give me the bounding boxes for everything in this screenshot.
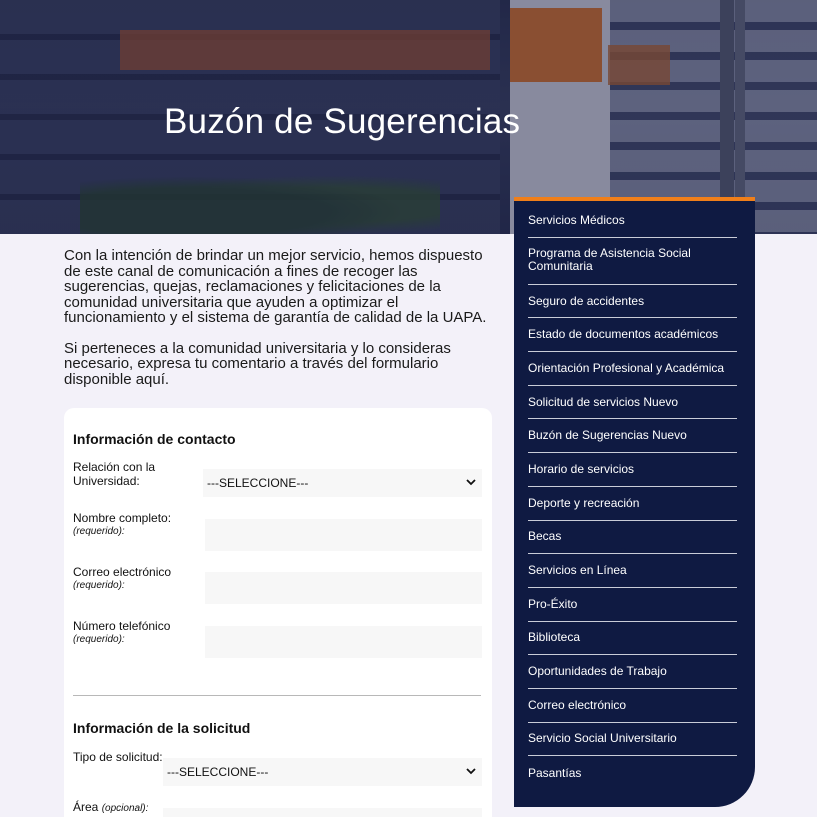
- sidebar-item-correo[interactable]: Correo electrónico: [528, 689, 737, 723]
- sidebar-item-pasantias[interactable]: Pasantías: [528, 756, 737, 790]
- sidebar-item-biblioteca[interactable]: Biblioteca: [528, 622, 737, 656]
- sidebar-item-servicio-social[interactable]: Servicio Social Universitario: [528, 723, 737, 757]
- services-menu: Servicios Médicos Programa de Asistencia…: [514, 201, 755, 790]
- page-title: Buzón de Sugerencias: [164, 102, 521, 141]
- section-divider: [73, 695, 481, 696]
- services-sidebar: Servicios Médicos Programa de Asistencia…: [514, 197, 755, 807]
- type-label: Tipo de solicitud:: [73, 750, 163, 764]
- relation-select-value: ---SELECCIONE---: [207, 476, 309, 490]
- name-label-group: Nombre completo: (requerido):: [73, 511, 171, 539]
- chevron-down-icon: [466, 768, 476, 775]
- phone-label: Número telefónico: [73, 619, 171, 633]
- intro-paragraph-1: Con la intención de brindar un mejor ser…: [64, 247, 487, 326]
- sidebar-item-servicios-linea[interactable]: Servicios en Línea: [528, 554, 737, 588]
- relation-label: Relación con la Universidad:: [73, 460, 156, 488]
- relation-select[interactable]: ---SELECCIONE---: [203, 469, 482, 497]
- request-section-title: Información de la solicitud: [73, 720, 251, 736]
- sidebar-item-becas[interactable]: Becas: [528, 521, 737, 555]
- email-label: Correo electrónico: [73, 565, 172, 579]
- phone-label-group: Número telefónico (requerido):: [73, 619, 170, 647]
- area-label: Área: [73, 800, 99, 814]
- intro-text: Con la intención de brindar un mejor ser…: [64, 248, 496, 402]
- sidebar-item-seguro-accidentes[interactable]: Seguro de accidentes: [528, 285, 737, 319]
- email-label-group: Correo electrónico (requerido):: [73, 565, 171, 593]
- sidebar-item-servicios-medicos[interactable]: Servicios Médicos: [528, 204, 737, 238]
- sidebar-item-estado-documentos[interactable]: Estado de documentos académicos: [528, 318, 737, 353]
- sidebar-item-orientacion[interactable]: Orientación Profesional y Académica: [528, 352, 737, 386]
- request-type-select[interactable]: ---SELECCIONE---: [163, 758, 482, 786]
- email-input[interactable]: [205, 572, 482, 604]
- sidebar-item-deporte[interactable]: Deporte y recreación: [528, 487, 737, 521]
- sidebar-item-buzon-sugerencias[interactable]: Buzón de Sugerencias Nuevo: [528, 419, 737, 454]
- area-optional-note: (opcional):: [101, 803, 149, 814]
- sidebar-item-horario[interactable]: Horario de servicios: [528, 453, 737, 487]
- area-select[interactable]: [163, 808, 482, 817]
- request-type-value: ---SELECCIONE---: [167, 765, 269, 779]
- intro-paragraph-2: Si perteneces a la comunidad universitar…: [64, 339, 451, 388]
- sidebar-item-oportunidades-trabajo[interactable]: Oportunidades de Trabajo: [528, 655, 737, 689]
- name-label: Nombre completo:: [73, 511, 172, 525]
- phone-required-note: (requerido):: [73, 634, 125, 645]
- sidebar-item-pro-exito[interactable]: Pro-Éxito: [528, 588, 737, 622]
- contact-section-title: Información de contacto: [73, 431, 236, 447]
- full-name-input[interactable]: [205, 519, 482, 551]
- sidebar-item-asistencia-social[interactable]: Programa de Asistencia Social Comunitari…: [528, 238, 737, 285]
- name-required-note: (requerido):: [73, 526, 125, 537]
- suggestion-form: Información de contacto Relación con la …: [64, 408, 492, 817]
- area-label-group: Área (opcional):: [73, 800, 148, 816]
- phone-input[interactable]: [205, 626, 482, 658]
- sidebar-item-solicitud-servicios[interactable]: Solicitud de servicios Nuevo: [528, 386, 737, 420]
- chevron-down-icon: [466, 479, 476, 486]
- email-required-note: (requerido):: [73, 580, 125, 591]
